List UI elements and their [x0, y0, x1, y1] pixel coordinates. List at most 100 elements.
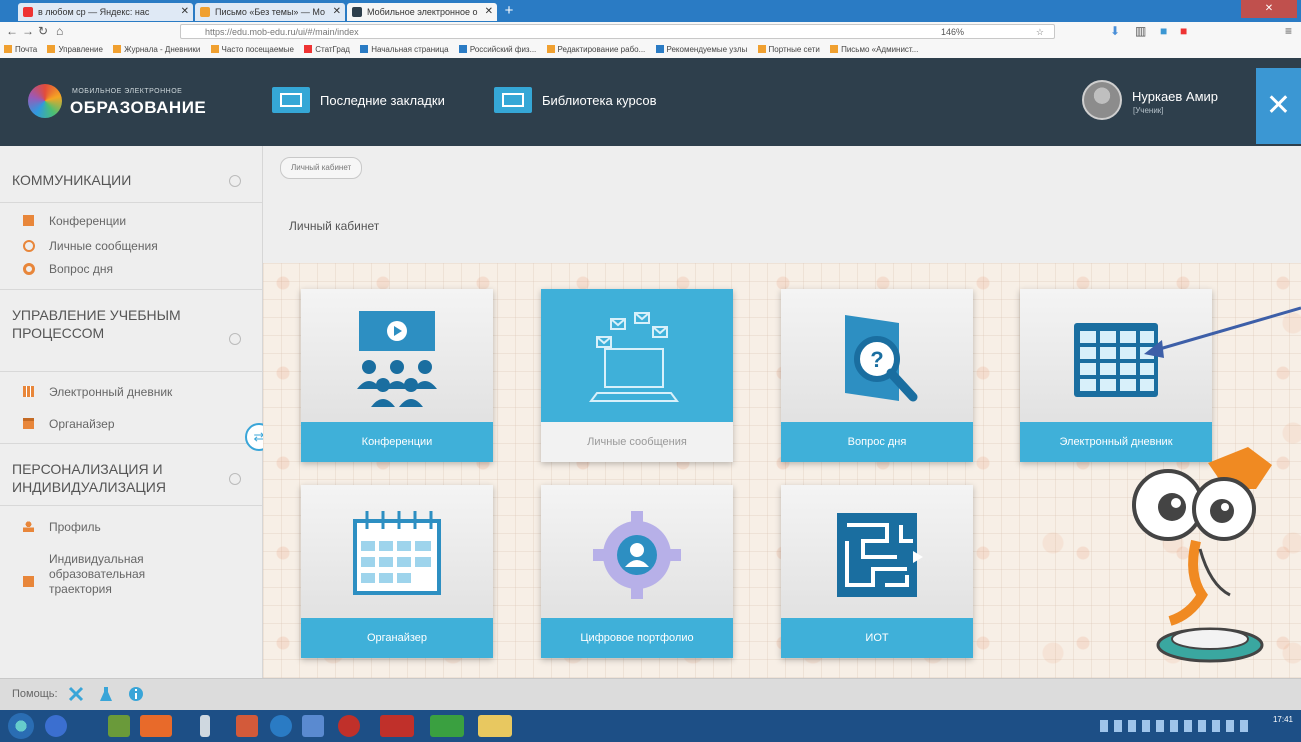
bookmark-item[interactable]: Часто посещаемые: [210, 42, 294, 58]
app-taskbar-icon[interactable]: [45, 715, 67, 737]
menu-icon[interactable]: ≡: [1285, 24, 1292, 39]
browser-tab-active[interactable]: Мобильное электронное о ✕: [347, 3, 497, 21]
library-icon[interactable]: ▥: [1135, 24, 1146, 39]
bookmark-item[interactable]: СтатГрад: [304, 42, 350, 58]
tile-iot[interactable]: ИОТ: [781, 485, 973, 658]
home-icon[interactable]: ⌂: [56, 24, 63, 39]
app-taskbar-icon[interactable]: [236, 715, 258, 737]
section-title-learning-management[interactable]: УПРАВЛЕНИЕ УЧЕБНЫМ ПРОЦЕССОМ: [12, 306, 217, 342]
bookmark-item[interactable]: Рекомендуемые узлы: [655, 42, 747, 58]
course-library-label: Библиотека курсов: [542, 92, 657, 108]
browser-tab[interactable]: Письмо «Без темы» — Мо ✕: [195, 3, 345, 21]
course-library-icon: [494, 87, 532, 113]
bookmark-icon: [757, 45, 766, 53]
bookmark-item[interactable]: Управление: [47, 42, 103, 58]
course-library-link[interactable]: Библиотека курсов: [494, 82, 657, 118]
bookmark-label: Письмо «Админист...: [841, 45, 919, 54]
bookmark-label: Портные сети: [768, 45, 820, 54]
sidebar-item-question-of-day[interactable]: Вопрос дня: [23, 262, 113, 277]
bookmark-label: Управление: [58, 45, 103, 54]
help-footer: Помощь:: [0, 678, 1301, 711]
bookmark-icon: [655, 45, 664, 53]
bookmark-icon: [113, 45, 122, 53]
tile-digital-portfolio[interactable]: Цифровое портфолио: [541, 485, 733, 658]
close-button[interactable]: ✕: [1256, 68, 1301, 144]
tab-close-icon[interactable]: ✕: [181, 3, 189, 21]
app-taskbar-icon[interactable]: [108, 715, 130, 737]
tab-close-icon[interactable]: ✕: [485, 3, 493, 21]
bookmark-icon: [47, 45, 56, 53]
back-icon[interactable]: ←: [6, 24, 18, 39]
bookmark-label: Журнала - Дневники: [124, 45, 201, 54]
section-toggle-icon[interactable]: [229, 175, 241, 187]
firefox-taskbar-icon[interactable]: [140, 715, 172, 737]
tile-organizer[interactable]: Органайзер: [301, 485, 493, 658]
section-toggle-icon[interactable]: [229, 333, 241, 345]
window-close-button[interactable]: ✕: [1241, 0, 1297, 18]
calendar-tile-icon: [353, 511, 441, 595]
bookmark-item[interactable]: Почта: [4, 42, 37, 58]
bookmark-item[interactable]: Журнала - Дневники: [113, 42, 200, 58]
section-title-communications[interactable]: КОММУНИКАЦИИ: [12, 171, 131, 189]
tile-messages[interactable]: Личные сообщения: [541, 289, 733, 462]
reload-icon[interactable]: ↻: [38, 24, 48, 39]
recent-bookmarks-link[interactable]: Последние закладки: [272, 82, 445, 118]
flask-icon[interactable]: [98, 686, 114, 702]
downloads-icon[interactable]: ⬇: [1110, 24, 1120, 39]
tab-close-icon[interactable]: ✕: [333, 3, 341, 21]
zoom-level[interactable]: 146%: [941, 25, 964, 40]
sidebar-item-diary[interactable]: Электронный дневник: [23, 385, 172, 400]
tab-label: Мобильное электронное о: [367, 7, 478, 17]
help-label: Помощь:: [12, 688, 58, 700]
extension-icon[interactable]: ■: [1160, 24, 1167, 39]
conference-icon: [23, 215, 34, 226]
bookmark-item[interactable]: Портные сети: [757, 42, 820, 58]
logo-title: ОБРАЗОВАНИЕ: [70, 98, 207, 117]
section-toggle-icon[interactable]: [229, 473, 241, 485]
app-taskbar-icon[interactable]: [302, 715, 324, 737]
tile-conferences[interactable]: Конференции: [301, 289, 493, 462]
app-taskbar-icon[interactable]: [380, 715, 414, 737]
bookmark-icon: [4, 45, 12, 53]
sidebar-item-organizer[interactable]: Органайзер: [23, 417, 115, 432]
app-taskbar-icon[interactable]: [430, 715, 464, 737]
trajectory-icon: [23, 576, 34, 587]
sidebar-item-conferences[interactable]: Конференции: [23, 214, 126, 229]
app-taskbar-icon[interactable]: [270, 715, 292, 737]
star-icon[interactable]: ☆: [1036, 25, 1044, 40]
bookmark-icon: [210, 45, 219, 53]
breadcrumb[interactable]: Личный кабинет: [280, 157, 363, 179]
sidebar-item-label: Индивидуальная образовательная траектори…: [49, 552, 146, 596]
info-icon[interactable]: [128, 686, 144, 702]
sidebar-item-profile[interactable]: Профиль: [23, 520, 101, 535]
bookmark-item[interactable]: Редактирование рабо...: [546, 42, 645, 58]
bookmarks-icon: [272, 87, 310, 113]
address-bar[interactable]: https://edu.mob-edu.ru/ui/#/main/index 1…: [180, 24, 1055, 39]
sidebar-item-trajectory[interactable]: Индивидуальная образовательная траектори…: [23, 552, 225, 597]
divider: [0, 371, 262, 372]
avatar[interactable]: [1082, 80, 1122, 120]
conference-tile-icon: [357, 311, 437, 407]
browser-navigation-bar: ← → ↻ ⌂ https://edu.mob-edu.ru/ui/#/main…: [0, 22, 1301, 43]
browser-tab[interactable]: в любом ср — Яндекс: нас ✕: [18, 3, 193, 21]
tools-icon[interactable]: [68, 686, 84, 702]
section-title-personalization[interactable]: ПЕРСОНАЛИЗАЦИЯ И ИНДИВИДУАЛИЗАЦИЯ: [12, 460, 227, 496]
bookmark-item[interactable]: Российский физ...: [458, 42, 536, 58]
tile-question-of-day[interactable]: ? Вопрос дня: [781, 289, 973, 462]
app-taskbar-icon[interactable]: [478, 715, 512, 737]
profile-icon: [23, 521, 34, 532]
forward-icon[interactable]: →: [22, 24, 34, 39]
extension-icon[interactable]: ■: [1180, 24, 1187, 39]
system-tray-icons[interactable]: [1100, 720, 1250, 732]
sidebar-item-messages[interactable]: Личные сообщения: [23, 239, 158, 254]
clock[interactable]: 17:41: [1273, 715, 1293, 725]
bookmark-label: Начальная страница: [371, 45, 449, 54]
new-tab-button[interactable]: +: [500, 3, 518, 20]
tile-label: Конференции: [301, 422, 493, 462]
user-name[interactable]: Нуркаев Амир: [1132, 89, 1218, 104]
app-taskbar-icon[interactable]: [338, 715, 360, 737]
start-button[interactable]: [8, 713, 34, 739]
bookmark-item[interactable]: Письмо «Админист...: [830, 42, 918, 58]
app-taskbar-icon[interactable]: [200, 715, 210, 737]
bookmark-item[interactable]: Начальная страница: [360, 42, 449, 58]
